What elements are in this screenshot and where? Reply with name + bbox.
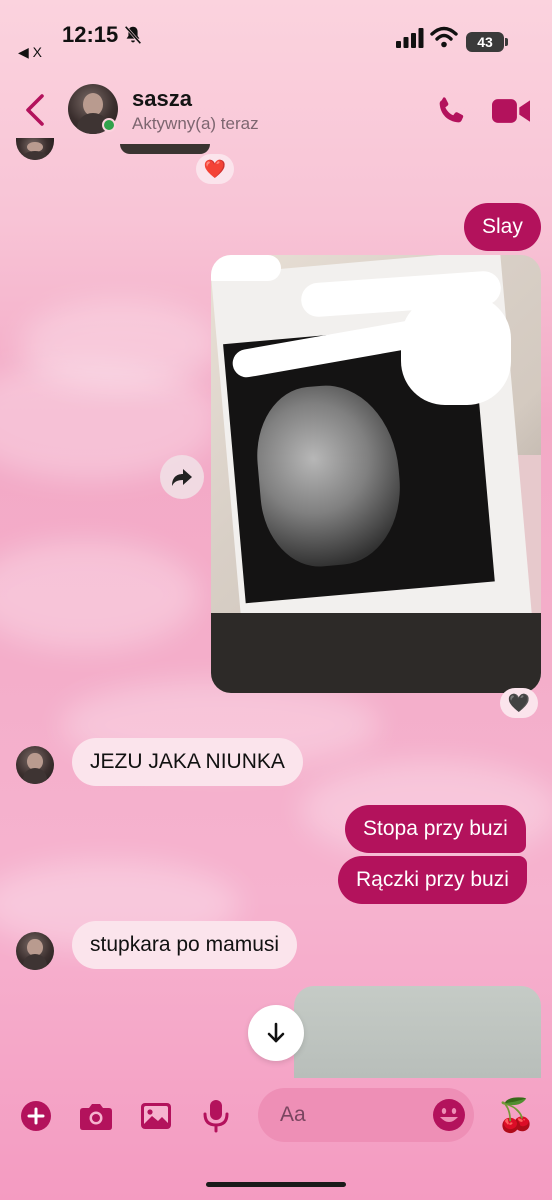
message-avatar[interactable] bbox=[16, 932, 54, 970]
status-time: 12:15 bbox=[62, 22, 119, 47]
status-bar: 12:15 ◀ X 43 bbox=[0, 0, 552, 70]
home-indicator bbox=[206, 1182, 346, 1187]
quick-reaction-button[interactable]: 🍒 bbox=[496, 1096, 536, 1134]
battery-indicator: 43 bbox=[466, 32, 508, 52]
reaction-badge[interactable]: ❤️ bbox=[196, 154, 234, 184]
outgoing-message[interactable]: Stopa przy buzi bbox=[345, 805, 526, 853]
image-icon[interactable] bbox=[138, 1098, 174, 1134]
contact-status: Aktywny(a) teraz bbox=[132, 114, 259, 133]
incoming-message[interactable]: stupkara po mamusi bbox=[72, 921, 298, 969]
back-chevron-icon[interactable] bbox=[22, 92, 50, 128]
camera-icon[interactable] bbox=[78, 1098, 114, 1134]
microphone-icon[interactable] bbox=[198, 1098, 234, 1134]
contact-name[interactable]: sasza bbox=[132, 86, 192, 112]
reaction-badge[interactable]: 🖤 bbox=[500, 688, 538, 718]
emoji-icon[interactable] bbox=[432, 1098, 466, 1132]
redaction-scribble bbox=[401, 295, 511, 405]
scroll-to-bottom-button[interactable] bbox=[248, 1005, 304, 1061]
previous-image-edge[interactable] bbox=[120, 144, 210, 154]
image-message[interactable] bbox=[294, 986, 541, 1078]
phone-icon[interactable] bbox=[434, 94, 468, 128]
redaction-scribble bbox=[211, 255, 281, 281]
incoming-message[interactable]: JEZU JAKA NIUNKA bbox=[72, 738, 303, 786]
outgoing-message[interactable]: Rączki przy buzi bbox=[338, 856, 527, 904]
message-composer: 🍒 bbox=[0, 1086, 552, 1150]
online-indicator bbox=[102, 118, 116, 132]
plus-icon[interactable] bbox=[18, 1098, 54, 1134]
bell-slash-icon bbox=[124, 25, 142, 45]
outgoing-message[interactable]: Slay bbox=[464, 203, 541, 251]
ultrasound-photo-message[interactable] bbox=[211, 255, 541, 693]
arrow-down-icon bbox=[267, 1022, 285, 1043]
message-avatar[interactable] bbox=[16, 138, 54, 160]
wifi-icon bbox=[430, 26, 458, 48]
video-icon[interactable] bbox=[492, 96, 530, 126]
signal-icon bbox=[396, 28, 424, 48]
back-to-app-link[interactable]: ◀ X bbox=[18, 44, 42, 61]
share-icon[interactable] bbox=[160, 455, 204, 499]
chat-header: sasza Aktywny(a) teraz bbox=[0, 78, 552, 144]
message-avatar[interactable] bbox=[16, 746, 54, 784]
